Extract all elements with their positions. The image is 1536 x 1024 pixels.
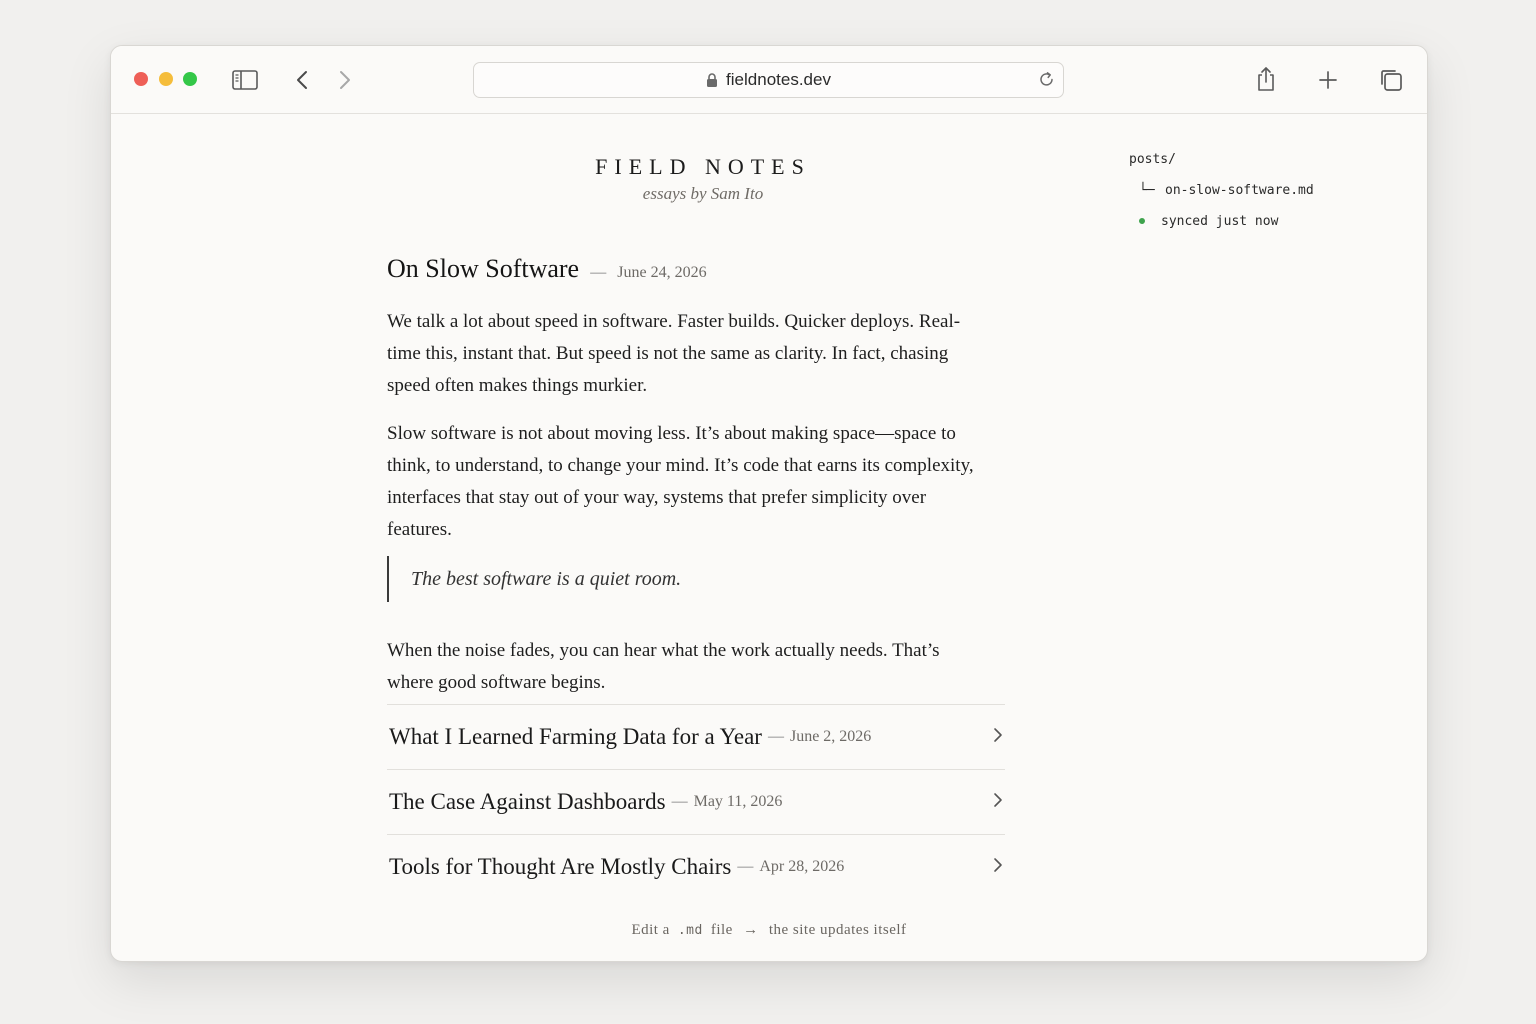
minimize-window-button[interactable] [159,72,173,86]
sidebar-toggle-icon[interactable] [231,68,259,92]
post-list-item[interactable]: The Case Against Dashboards — May 11, 20… [387,769,1005,834]
article-title: On Slow Software [387,254,580,283]
back-icon[interactable] [291,68,313,92]
footer-note: Edit a .md file → the site updates itself [111,922,1427,939]
zoom-window-button[interactable] [183,72,197,86]
file-name[interactable]: on-slow-software.md [1165,183,1314,198]
new-tab-icon[interactable] [1316,68,1340,92]
article-paragraph: Slow software is not about moving less. … [387,423,974,540]
article-paragraph: When the noise fades, you can hear what … [387,640,940,693]
sync-status-dot-icon [1139,218,1145,224]
site-title: FIELD NOTES [595,154,811,179]
share-icon[interactable] [1254,65,1278,93]
address-bar[interactable]: fieldnotes.dev [473,62,1064,98]
footer-middle: file [710,922,733,938]
chevron-right-icon [993,792,1003,812]
footer-extension: .md [677,923,703,938]
url-text: fieldnotes.dev [726,70,831,89]
arrow-right-icon: → [743,922,759,938]
post-list: What I Learned Farming Data for a Year —… [387,704,1005,899]
site-subtitle: essays by Sam Ito [642,184,764,203]
post-list-item[interactable]: Tools for Thought Are Mostly Chairs — Ap… [387,834,1005,899]
tab-overview-icon[interactable] [1378,67,1404,93]
post-date: May 11, 2026 [693,793,783,810]
article-header: On Slow Software — June 24, 2026 [387,254,707,284]
post-title: Tools for Thought Are Mostly Chairs [389,854,732,879]
chevron-right-icon [993,727,1003,747]
article-paragraph: We talk a lot about speed in software. F… [387,311,961,396]
title-separator: — [590,264,607,281]
chevron-right-icon [993,857,1003,877]
lock-icon [706,72,718,88]
tree-branch-icon: └─ [1139,183,1155,198]
post-separator: — [767,728,784,745]
folder-label: posts/ [1129,152,1176,167]
post-separator: — [671,793,688,810]
sync-status-text: synced just now [1161,214,1279,229]
post-title: What I Learned Farming Data for a Year [389,724,762,749]
post-date: June 2, 2026 [789,728,872,745]
close-window-button[interactable] [134,72,148,86]
reload-icon[interactable] [1038,71,1055,88]
post-separator: — [737,858,754,875]
footer-suffix: the site updates itself [768,922,907,938]
footer-prefix: Edit a [631,922,670,938]
page-content: FIELD NOTES essays by Sam Ito On Slow So… [111,114,1427,961]
post-title: The Case Against Dashboards [389,789,666,814]
article-date: June 24, 2026 [617,264,707,281]
browser-toolbar: fieldnotes.dev [111,46,1427,114]
post-list-item[interactable]: What I Learned Farming Data for a Year —… [387,704,1005,769]
forward-icon[interactable] [334,68,356,92]
post-date: Apr 28, 2026 [759,858,845,875]
pull-quote: The best software is a quiet room. [387,556,911,602]
pull-quote-text: The best software is a quiet room. [411,567,682,590]
browser-window: fieldnotes.dev FIELD NOTES essays by Sam… [110,45,1428,962]
